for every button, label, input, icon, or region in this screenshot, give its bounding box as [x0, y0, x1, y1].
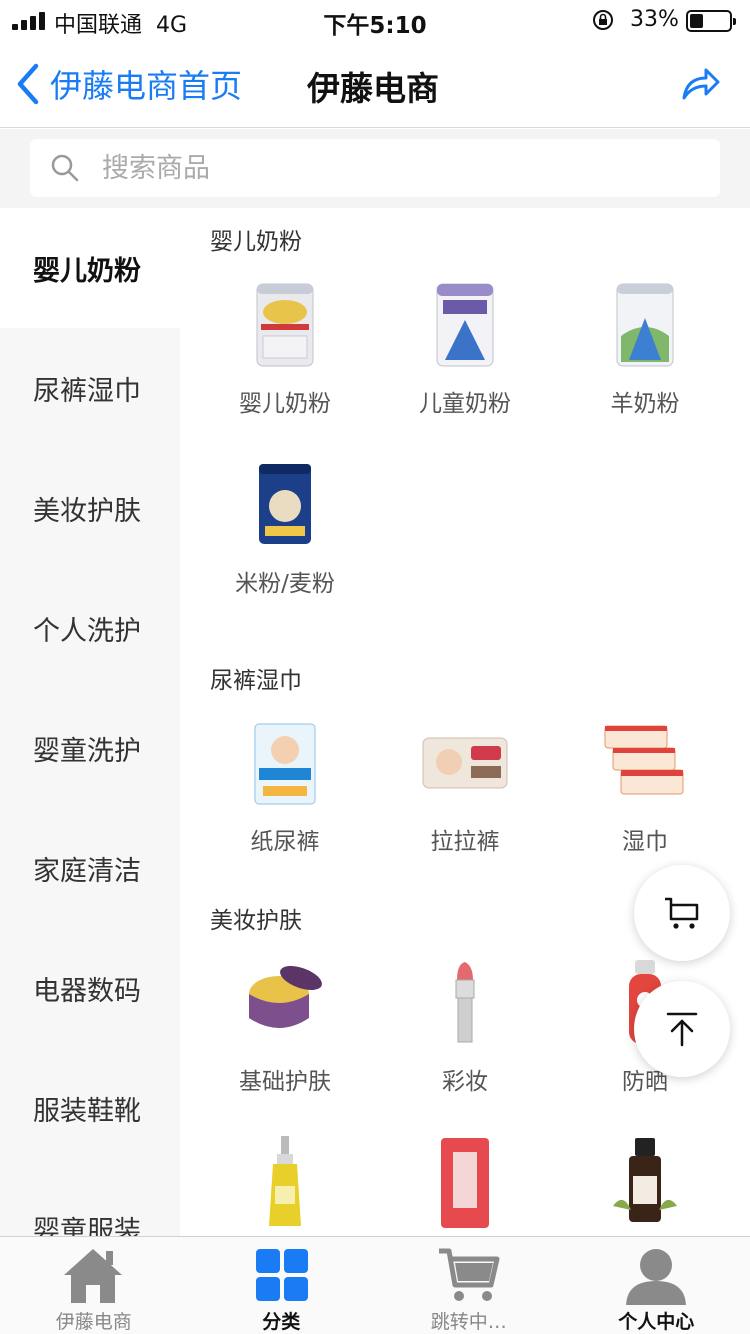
- section-title: 婴儿奶粉: [210, 229, 302, 255]
- battery-icon: [686, 10, 736, 32]
- search-icon: [51, 154, 79, 182]
- product-item[interactable]: 儿童奶粉: [375, 278, 555, 418]
- tab-cart[interactable]: 跳转中…: [375, 1237, 563, 1334]
- product-label: 羊奶粉: [610, 391, 680, 417]
- essential-oil-bottle-icon: [613, 1138, 677, 1222]
- product-item[interactable]: 湿巾: [555, 716, 735, 856]
- product-item[interactable]: [375, 1136, 555, 1236]
- sidebar-item-label: 服装鞋靴: [33, 1095, 141, 1127]
- category-grid-icon: [255, 1249, 308, 1301]
- floating-cart-button[interactable]: [634, 865, 730, 961]
- tab-profile[interactable]: 个人中心: [563, 1237, 750, 1334]
- product-label: 纸尿裤: [250, 829, 320, 855]
- product-item[interactable]: 彩妆: [375, 956, 555, 1096]
- milk-powder-can-icon: [436, 283, 494, 367]
- cleansing-oil-bottle-icon: [269, 1136, 301, 1226]
- category-content: 婴儿奶粉 婴儿奶粉 儿童奶粉 羊奶粉 米粉/麦粉 尿裤湿巾 纸尿裤 拉拉裤 湿巾…: [180, 208, 750, 1236]
- back-to-top-icon: [666, 1012, 698, 1047]
- sidebar-item-label: 婴童洗护: [33, 735, 141, 767]
- tab-home[interactable]: 伊藤电商: [0, 1237, 188, 1334]
- battery-percent: 33%: [630, 7, 679, 32]
- sidebar-item-electronics[interactable]: 电器数码: [0, 928, 180, 1048]
- tab-label: 跳转中…: [430, 1311, 507, 1333]
- sidebar-item-personal-care[interactable]: 个人洗护: [0, 568, 180, 688]
- search-bar: [0, 129, 750, 208]
- product-item[interactable]: 纸尿裤: [195, 716, 375, 856]
- sidebar-item-label: 婴儿奶粉: [33, 255, 141, 287]
- product-label: 湿巾: [622, 829, 668, 855]
- milk-powder-can-icon: [616, 283, 674, 367]
- sidebar-item-label: 美妆护肤: [33, 495, 141, 527]
- shopping-cart-icon: [439, 1248, 500, 1301]
- product-item[interactable]: 婴儿奶粉: [195, 278, 375, 418]
- wet-wipes-icon: [604, 725, 684, 795]
- lipstick-icon: [455, 962, 475, 1043]
- sidebar-item-beauty-skincare[interactable]: 美妆护肤: [0, 448, 180, 568]
- sidebar-item-label: 电器数码: [33, 975, 141, 1007]
- product-label: 基础护肤: [239, 1069, 331, 1095]
- sidebar-item-label: 婴童服装: [33, 1215, 141, 1237]
- sidebar-item-infant-formula[interactable]: 婴儿奶粉: [0, 208, 180, 328]
- sidebar-item-kids-clothing[interactable]: 婴童服装: [0, 1168, 180, 1237]
- cart-icon: [665, 897, 699, 929]
- back-button[interactable]: 伊藤电商首页: [14, 60, 242, 108]
- product-item[interactable]: 羊奶粉: [555, 278, 735, 418]
- milk-powder-can-icon: [256, 283, 314, 367]
- back-label: 伊藤电商首页: [50, 67, 243, 105]
- product-item[interactable]: 米粉/麦粉: [195, 458, 375, 598]
- sidebar-item-label: 家庭清洁: [33, 855, 141, 887]
- chevron-left-icon: [17, 63, 39, 105]
- product-label: 婴儿奶粉: [239, 391, 331, 417]
- product-item[interactable]: 基础护肤: [195, 956, 375, 1096]
- section-title: 美妆护肤: [210, 908, 302, 934]
- product-item[interactable]: [555, 1136, 735, 1236]
- back-to-top-button[interactable]: [634, 981, 730, 1077]
- sidebar-item-diapers-wipes[interactable]: 尿裤湿巾: [0, 328, 180, 448]
- search-box[interactable]: [30, 139, 720, 197]
- home-icon: [64, 1249, 122, 1303]
- tab-bar: 伊藤电商 分类 跳转中… 个人中心: [0, 1236, 750, 1334]
- tab-label: 分类: [262, 1311, 301, 1333]
- pull-up-pants-icon: [422, 737, 508, 789]
- rice-cereal-jar-icon: [259, 464, 311, 544]
- status-bar: 中国联通 4G 下午5:10 33%: [0, 0, 750, 40]
- category-sidebar: 婴儿奶粉 尿裤湿巾 美妆护肤 个人洗护 婴童洗护 家庭清洁 电器数码 服装鞋靴 …: [0, 208, 180, 1236]
- product-label: 拉拉裤: [430, 829, 500, 855]
- nav-bar: 伊藤电商首页 伊藤电商: [0, 40, 750, 128]
- face-mask-pack-icon: [441, 1138, 489, 1228]
- product-label: 儿童奶粉: [419, 391, 511, 417]
- tab-label: 个人中心: [618, 1311, 695, 1333]
- cream-jar-icon: [249, 965, 322, 1028]
- sidebar-item-home-cleaning[interactable]: 家庭清洁: [0, 808, 180, 928]
- tab-category[interactable]: 分类: [188, 1237, 376, 1334]
- search-input[interactable]: [102, 152, 662, 184]
- sidebar-item-clothing-shoes[interactable]: 服装鞋靴: [0, 1048, 180, 1168]
- orientation-lock-icon: [593, 10, 613, 30]
- user-icon: [625, 1249, 686, 1305]
- product-label: 彩妆: [442, 1069, 488, 1095]
- diaper-pack-icon: [254, 723, 316, 805]
- sidebar-item-label: 尿裤湿巾: [33, 375, 141, 407]
- page-title: 伊藤电商: [307, 69, 439, 108]
- tab-label: 伊藤电商: [55, 1311, 132, 1333]
- section-title: 尿裤湿巾: [210, 668, 302, 694]
- product-label: 米粉/麦粉: [235, 571, 335, 597]
- sidebar-item-label: 个人洗护: [33, 615, 141, 647]
- sidebar-item-baby-wash[interactable]: 婴童洗护: [0, 688, 180, 808]
- share-icon[interactable]: [678, 62, 722, 106]
- product-item[interactable]: [195, 1136, 375, 1236]
- product-item[interactable]: 拉拉裤: [375, 716, 555, 856]
